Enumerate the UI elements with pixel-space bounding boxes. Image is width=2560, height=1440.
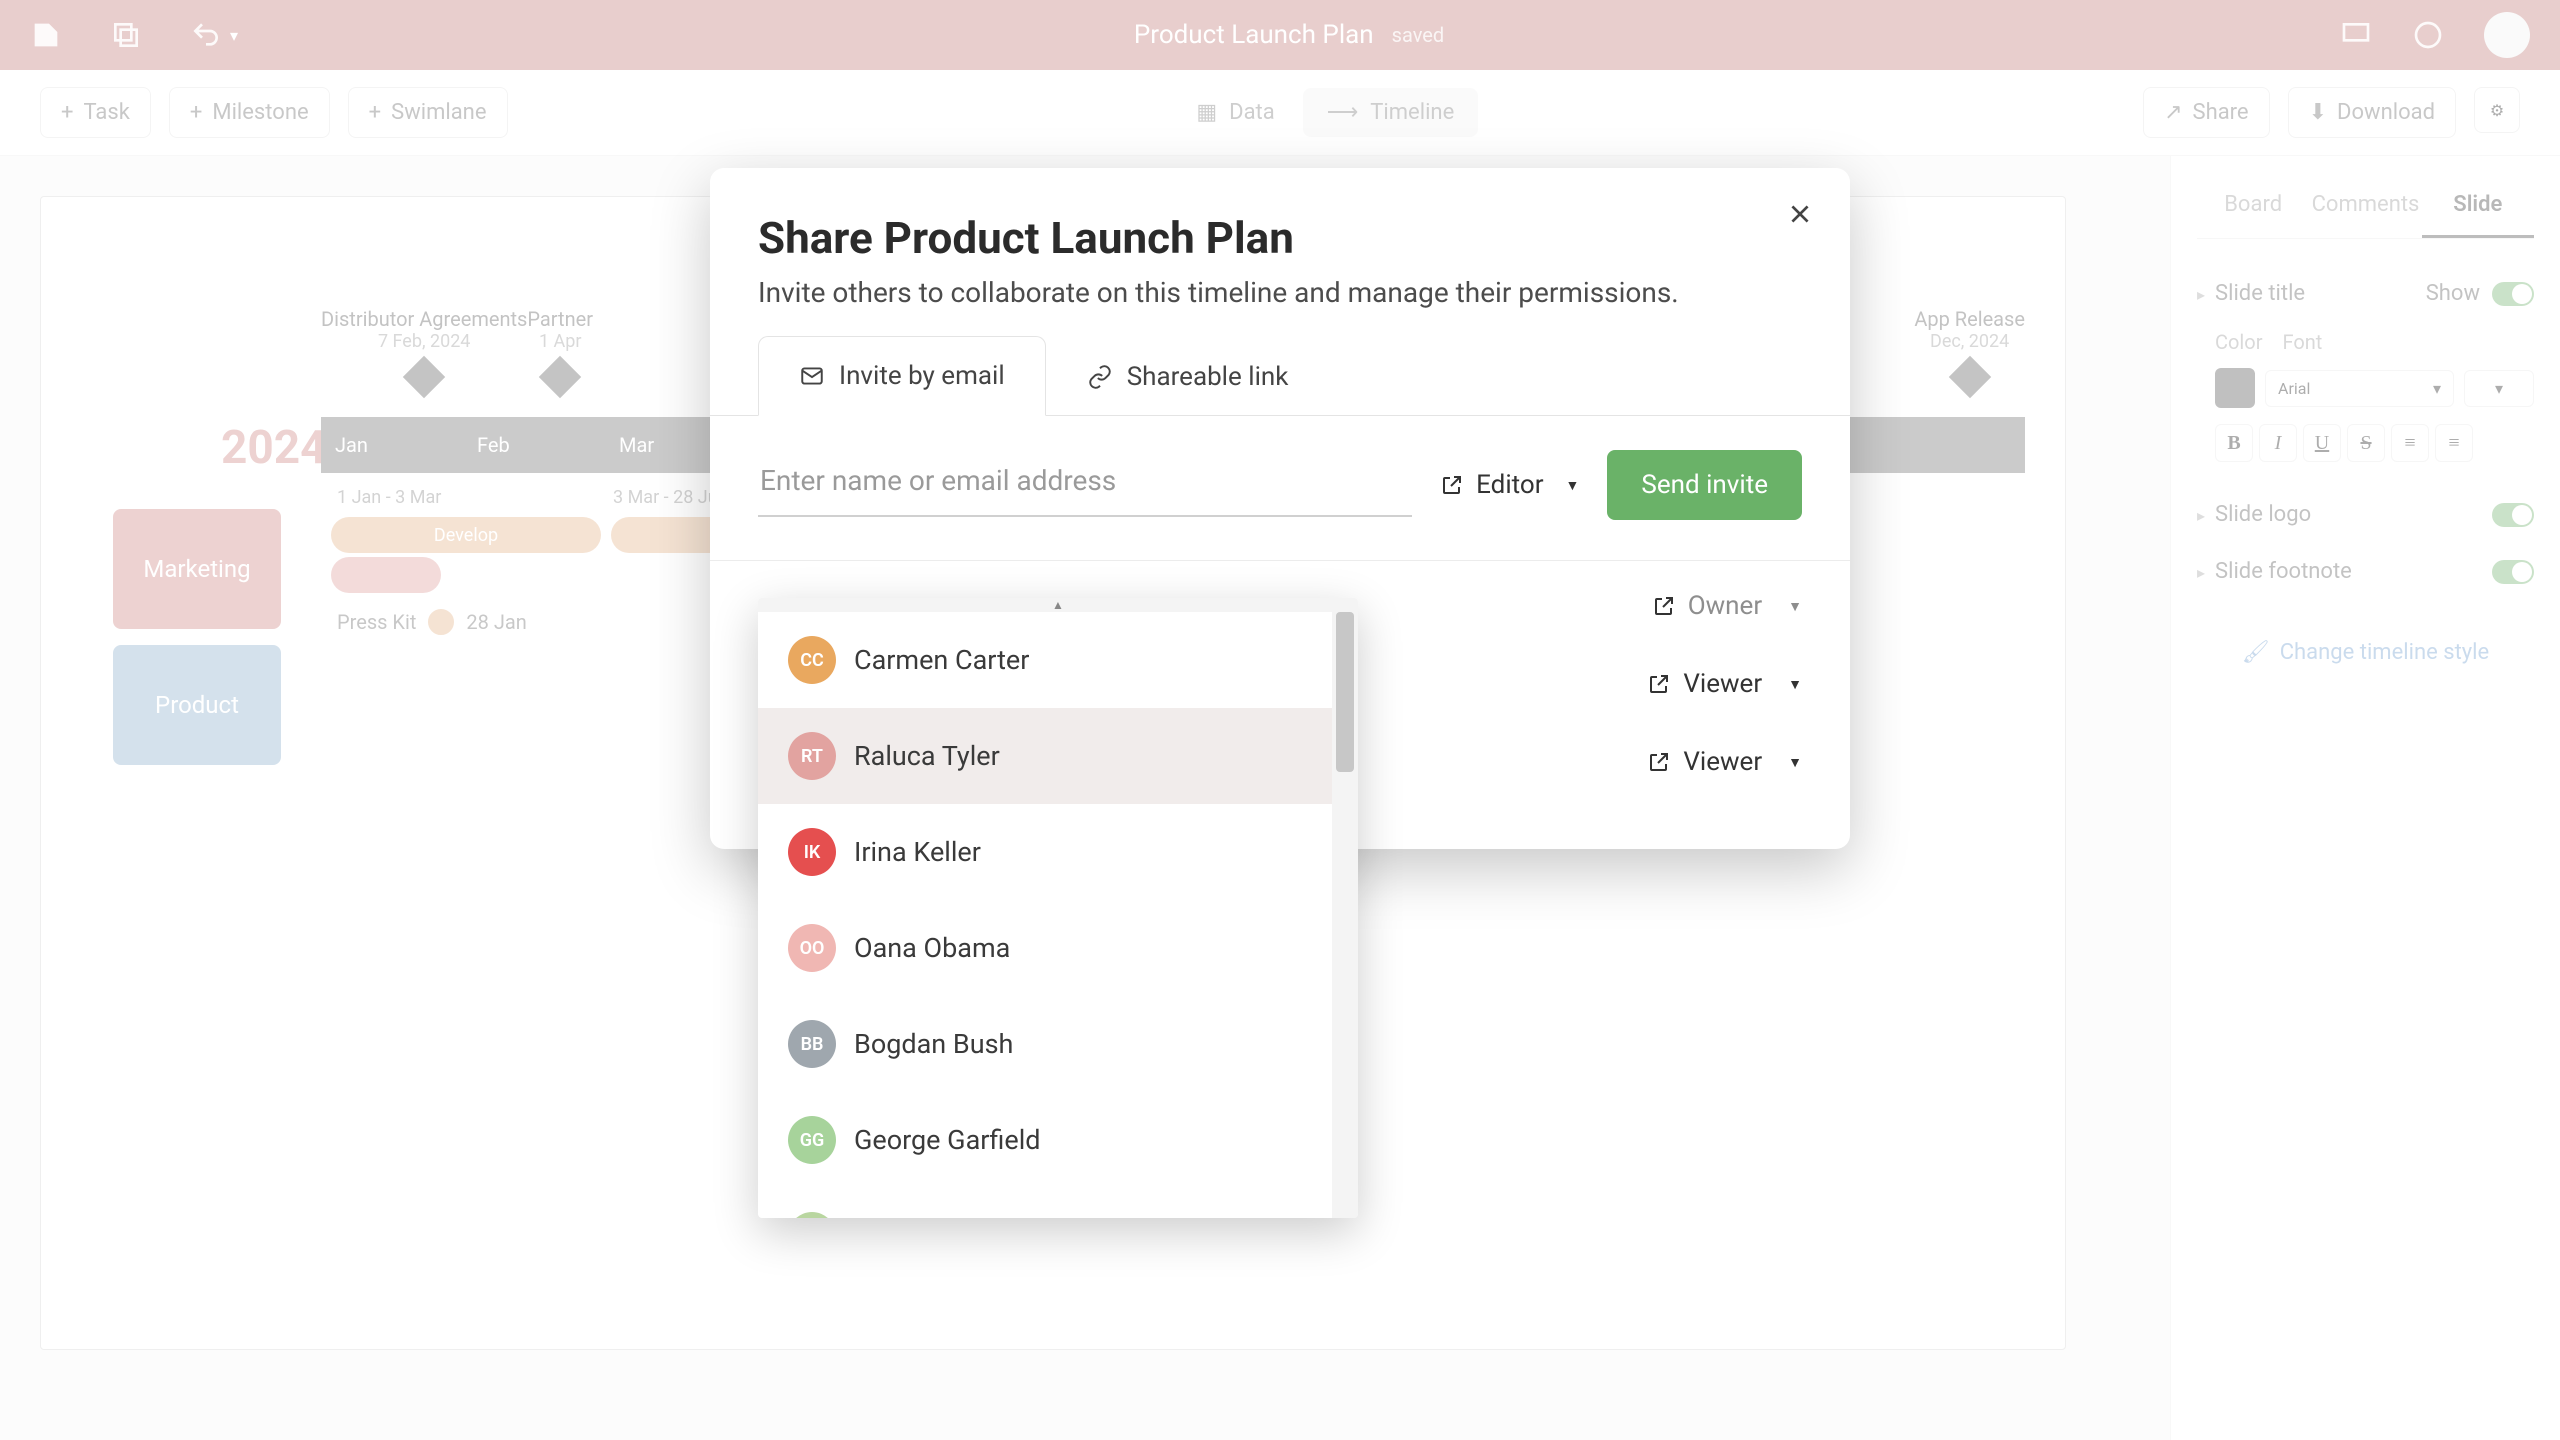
modal-overlay: Share Product Launch Plan Invite others … bbox=[0, 0, 2560, 1440]
send-invite-button[interactable]: Send invite bbox=[1607, 450, 1802, 520]
person-name: Oana Obama bbox=[854, 932, 1010, 964]
person-avatar: BB bbox=[788, 1020, 836, 1068]
scrollbar-thumb[interactable] bbox=[1336, 612, 1354, 772]
autocomplete-item[interactable]: OO Oana Obama bbox=[758, 900, 1332, 996]
autocomplete-item[interactable]: GG George Garfield bbox=[758, 1092, 1332, 1188]
person-avatar: NC bbox=[788, 1212, 836, 1218]
person-name: Irina Keller bbox=[854, 836, 981, 868]
tab-invite-label: Invite by email bbox=[839, 361, 1005, 391]
person-avatar: RT bbox=[788, 732, 836, 780]
modal-subtitle: Invite others to collaborate on this tim… bbox=[758, 276, 1802, 309]
tab-shareable-link[interactable]: Shareable link bbox=[1046, 336, 1330, 416]
external-link-icon bbox=[1647, 672, 1671, 696]
person-name: Raluca Tyler bbox=[854, 740, 1000, 772]
person-name: George Garfield bbox=[854, 1124, 1040, 1156]
invite-role-label: Editor bbox=[1476, 470, 1543, 500]
person-avatar: GG bbox=[788, 1116, 836, 1164]
autocomplete-item[interactable]: CC Carmen Carter bbox=[758, 612, 1332, 708]
share-modal: Share Product Launch Plan Invite others … bbox=[710, 168, 1850, 849]
scrollbar[interactable] bbox=[1332, 612, 1358, 1218]
autocomplete-item[interactable]: BB Bogdan Bush bbox=[758, 996, 1332, 1092]
close-button[interactable] bbox=[1778, 192, 1822, 236]
autocomplete-item[interactable]: RT Raluca Tyler bbox=[758, 708, 1332, 804]
person-name: Bogdan Bush bbox=[854, 1028, 1013, 1060]
chevron-down-icon: ▼ bbox=[1788, 598, 1802, 615]
permission-role-select[interactable]: Owner ▼ bbox=[1652, 591, 1802, 621]
chevron-down-icon: ▼ bbox=[1566, 477, 1580, 494]
scroll-up-arrow[interactable]: ▲ bbox=[758, 598, 1358, 612]
invite-email-input[interactable] bbox=[758, 454, 1412, 517]
chevron-down-icon: ▼ bbox=[1788, 676, 1802, 693]
autocomplete-item[interactable]: IK Irina Keller bbox=[758, 804, 1332, 900]
person-avatar: OO bbox=[788, 924, 836, 972]
external-link-icon bbox=[1652, 594, 1676, 618]
chevron-down-icon: ▼ bbox=[1788, 754, 1802, 771]
autocomplete-list: CC Carmen Carter RT Raluca Tyler IK Irina Kel… bbox=[758, 612, 1332, 1218]
external-link-icon bbox=[1440, 473, 1464, 497]
person-avatar: CC bbox=[788, 636, 836, 684]
modal-title: Share Product Launch Plan bbox=[758, 212, 1802, 264]
permission-role-select[interactable]: Viewer ▼ bbox=[1647, 669, 1802, 699]
person-name: Carmen Carter bbox=[854, 644, 1029, 676]
link-icon bbox=[1087, 364, 1113, 390]
close-icon bbox=[1787, 201, 1813, 227]
autocomplete-dropdown: ▲ CC Carmen Carter RT Raluca Tyler IK Irina K… bbox=[758, 598, 1358, 1218]
tab-link-label: Shareable link bbox=[1127, 362, 1289, 392]
mail-icon bbox=[799, 363, 825, 389]
person-avatar: IK bbox=[788, 828, 836, 876]
permission-role-select[interactable]: Viewer ▼ bbox=[1647, 747, 1802, 777]
external-link-icon bbox=[1647, 750, 1671, 774]
autocomplete-item[interactable]: NCNarcis Nixon bbox=[758, 1188, 1332, 1218]
tab-invite-by-email[interactable]: Invite by email bbox=[758, 336, 1046, 416]
invite-role-select[interactable]: Editor ▼ bbox=[1434, 460, 1585, 510]
